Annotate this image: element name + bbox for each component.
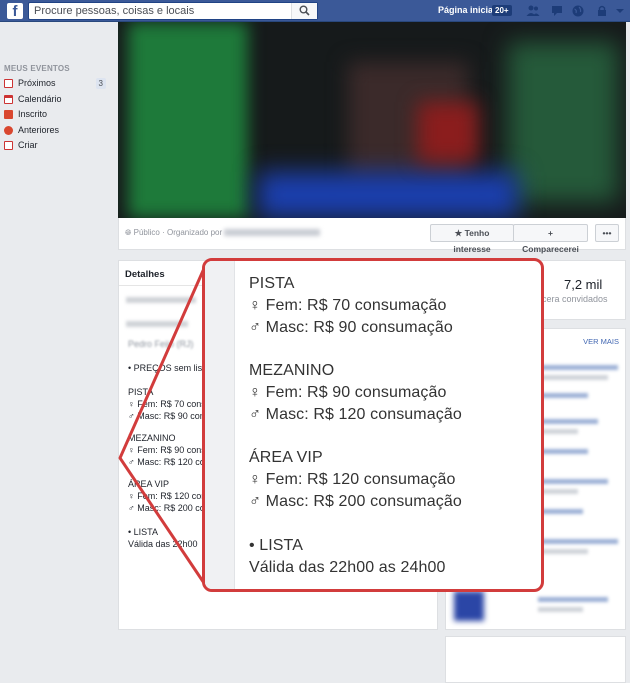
zoom-line: • LISTA — [249, 537, 304, 554]
zoom-line: PISTA — [249, 275, 295, 292]
zoomed-price-callout: PISTA ♀ Fem: R$ 70 consumação ♂ Masc: R$… — [202, 258, 544, 592]
zoom-line: ÁREA VIP — [249, 449, 323, 466]
zoom-line: ♀ Fem: R$ 120 consumação — [249, 471, 456, 488]
zoom-line: ♂ Masc: R$ 200 consumação — [249, 493, 462, 510]
zoom-line: ♀ Fem: R$ 90 consumação — [249, 384, 447, 401]
zoom-line: Válida das 22h00 as 24h00 — [249, 559, 446, 576]
zoom-line: ♂ Masc: R$ 120 consumação — [249, 406, 462, 423]
zoom-line: MEZANINO — [249, 362, 335, 379]
zoom-line: ♂ Masc: R$ 90 consumação — [249, 319, 453, 336]
zoom-line: ♀ Fem: R$ 70 consumação — [249, 297, 447, 314]
